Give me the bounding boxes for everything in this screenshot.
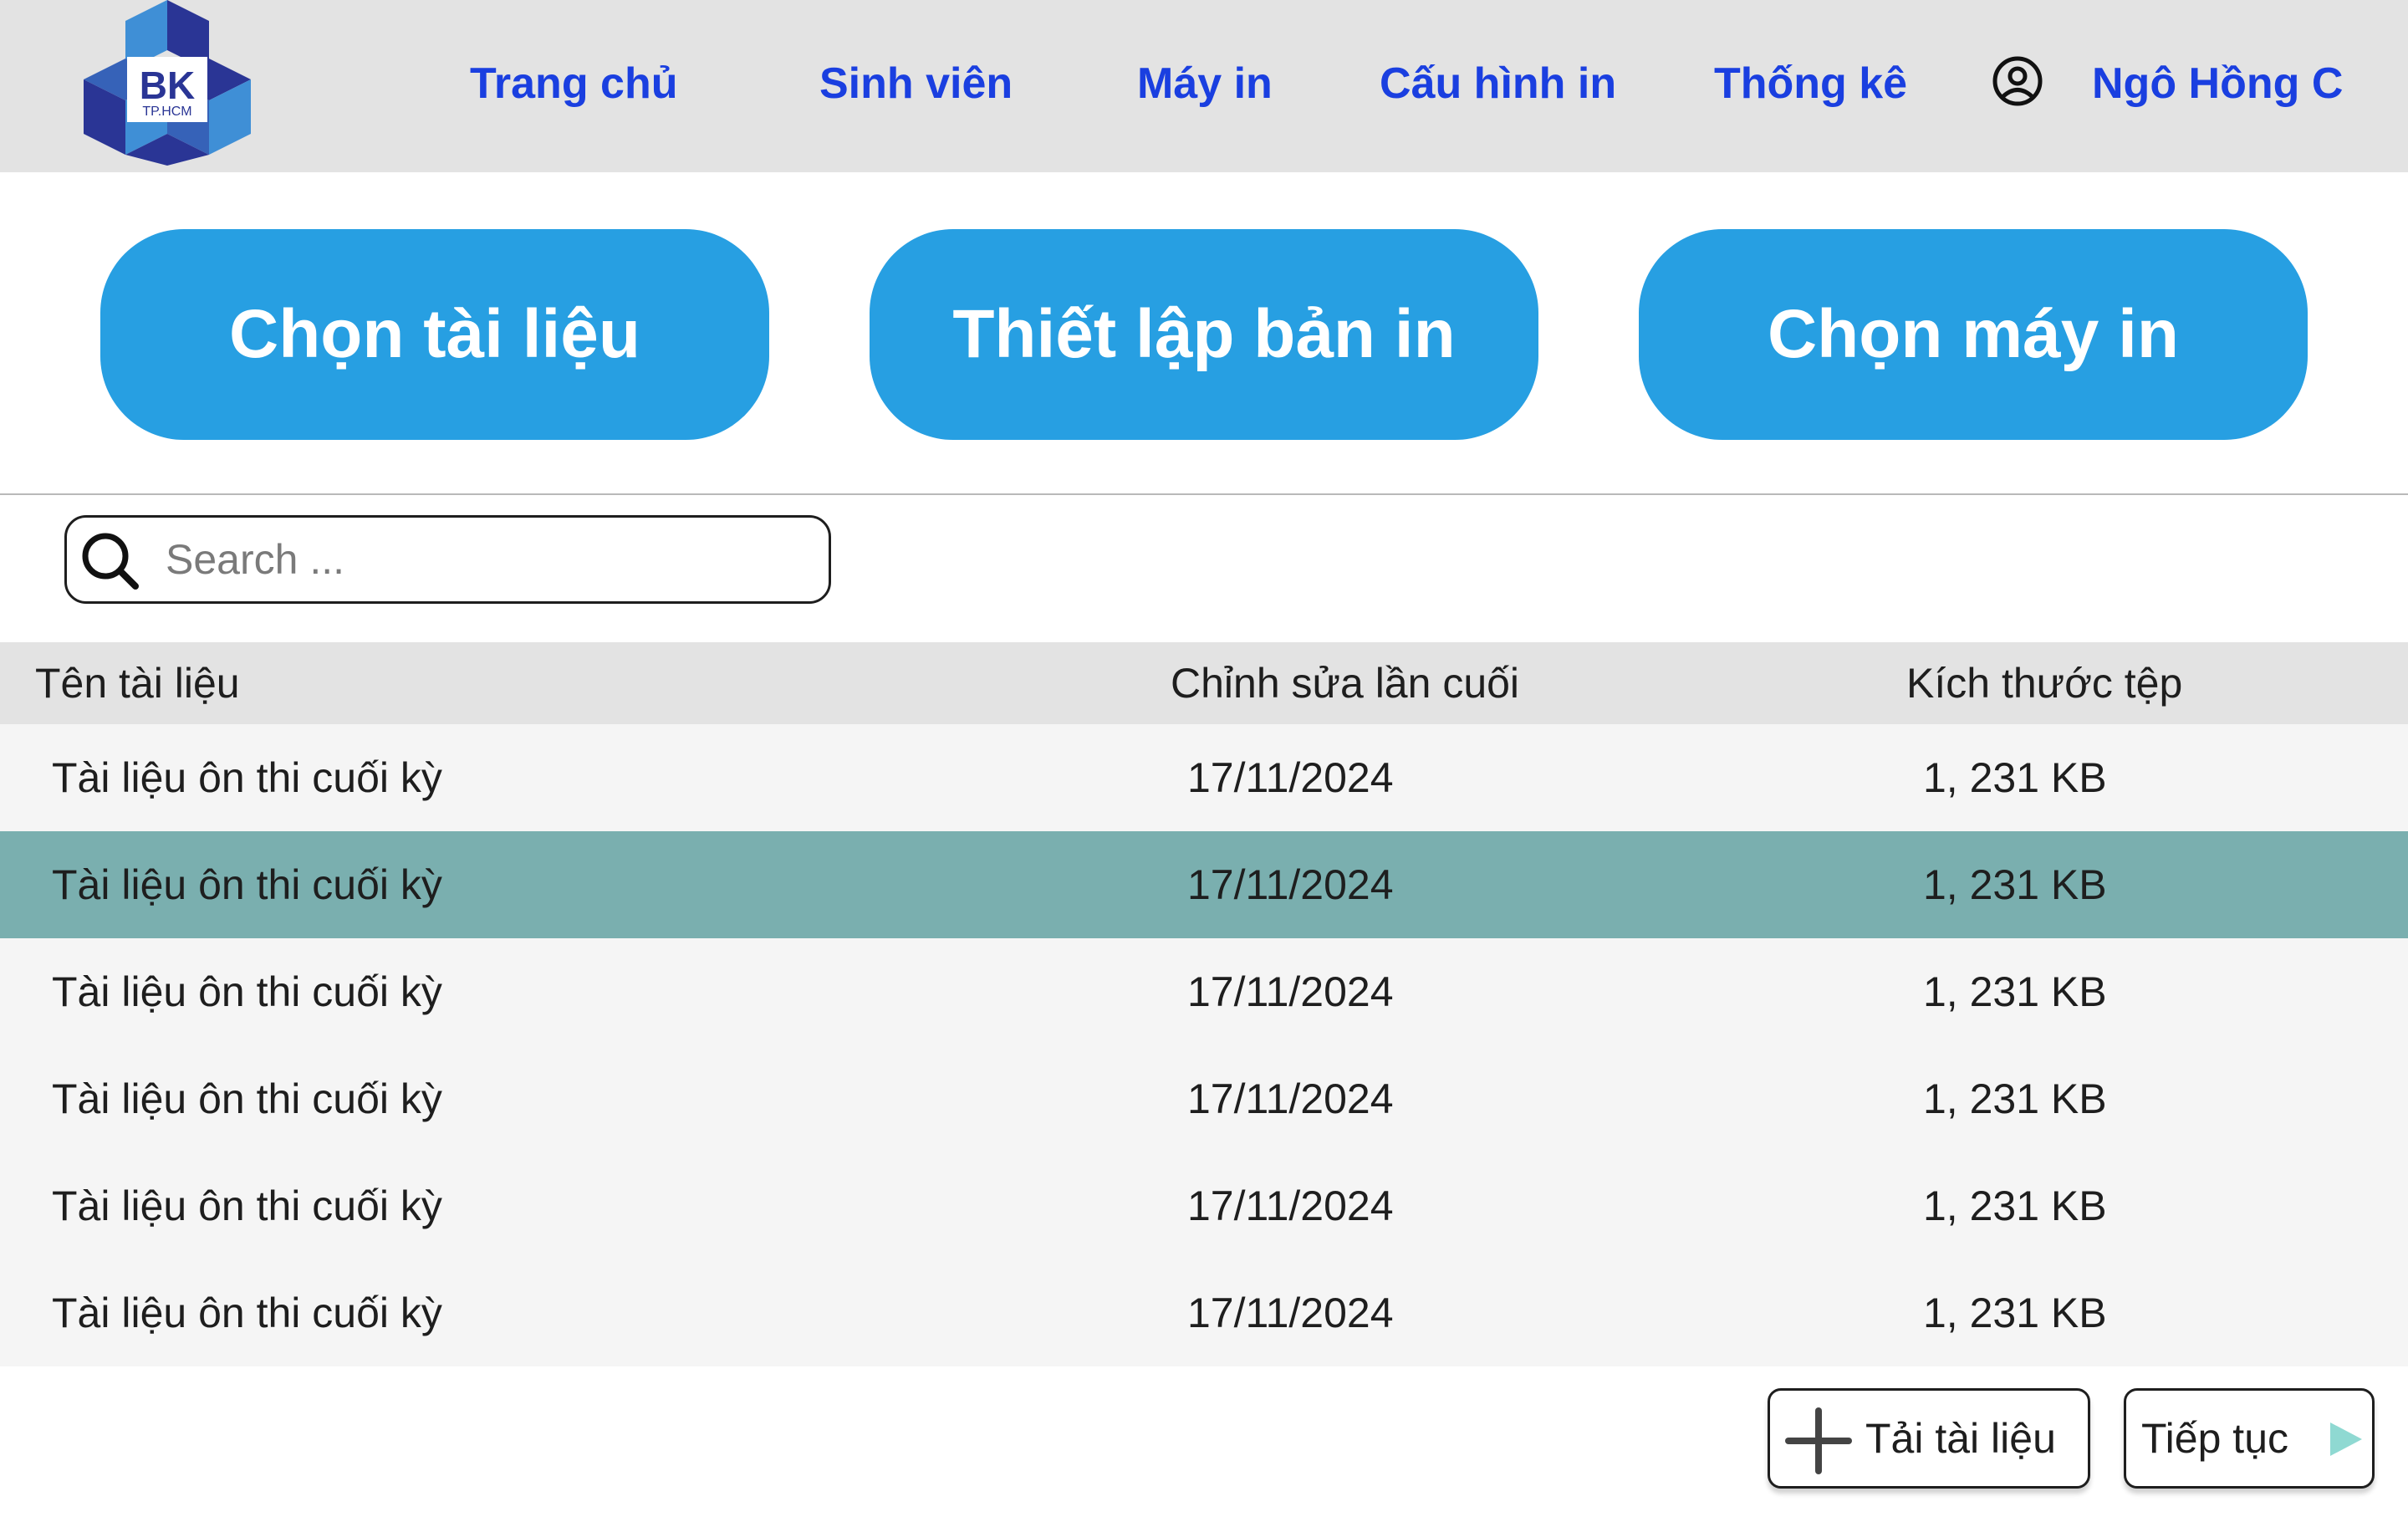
- nav-item-thong-ke[interactable]: Thống kê: [1714, 54, 1907, 114]
- document-modified-date: 17/11/2024: [1187, 1290, 1394, 1336]
- document-name: Tài liệu ôn thi cuối kỳ: [52, 1075, 442, 1122]
- user-circle-icon[interactable]: [1992, 55, 2043, 107]
- table-row[interactable]: Tài liệu ôn thi cuối kỳ 17/11/2024 1, 23…: [0, 938, 2408, 1045]
- document-name: Tài liệu ôn thi cuối kỳ: [52, 968, 442, 1015]
- document-list: Tài liệu ôn thi cuối kỳ 17/11/2024 1, 23…: [0, 724, 2408, 1366]
- table-row[interactable]: Tài liệu ôn thi cuối kỳ 17/11/2024 1, 23…: [0, 1152, 2408, 1259]
- document-modified-date: 17/11/2024: [1187, 968, 1394, 1015]
- upload-document-button[interactable]: Tải tài liệu: [1768, 1388, 2090, 1489]
- document-name: Tài liệu ôn thi cuối kỳ: [52, 1290, 442, 1336]
- plus-icon: [1785, 1407, 1852, 1474]
- step-choose-document-button[interactable]: Chọn tài liệu: [100, 229, 769, 440]
- search-input[interactable]: [166, 529, 801, 590]
- document-modified-date: 17/11/2024: [1187, 861, 1394, 908]
- document-modified-date: 17/11/2024: [1187, 754, 1394, 801]
- document-modified-date: 17/11/2024: [1187, 1075, 1394, 1122]
- top-navigation-bar: BK TP.HCM Trang chủ Sinh viên Máy in Cấu…: [0, 0, 2408, 172]
- play-arrow-icon: [2330, 1422, 2362, 1456]
- document-file-size: 1, 231 KB: [1923, 861, 2107, 908]
- document-file-size: 1, 231 KB: [1923, 1182, 2107, 1229]
- upload-document-label: Tải tài liệu: [1865, 1415, 2056, 1462]
- nav-item-sinh-vien[interactable]: Sinh viên: [819, 54, 1013, 114]
- document-modified-date: 17/11/2024: [1187, 1182, 1394, 1229]
- nav-item-may-in[interactable]: Máy in: [1137, 54, 1273, 114]
- logo-text: BK: [140, 64, 195, 107]
- continue-button[interactable]: Tiếp tục: [2124, 1388, 2375, 1489]
- document-file-size: 1, 231 KB: [1923, 754, 2107, 801]
- table-row[interactable]: Tài liệu ôn thi cuối kỳ 17/11/2024 1, 23…: [0, 724, 2408, 831]
- column-header-size[interactable]: Kích thước tệp: [1906, 642, 2182, 724]
- document-file-size: 1, 231 KB: [1923, 1290, 2107, 1336]
- document-file-size: 1, 231 KB: [1923, 1075, 2107, 1122]
- search-icon: [82, 533, 139, 590]
- nav-item-trang-chu[interactable]: Trang chủ: [470, 54, 677, 114]
- table-row-selected[interactable]: Tài liệu ôn thi cuối kỳ 17/11/2024 1, 23…: [0, 831, 2408, 938]
- section-divider: [0, 493, 2408, 495]
- step-choose-printer-button[interactable]: Chọn máy in: [1639, 229, 2308, 440]
- column-header-modified[interactable]: Chỉnh sửa lần cuối: [1171, 642, 1519, 724]
- search-box[interactable]: [64, 515, 831, 604]
- step-print-settings-button[interactable]: Thiết lập bản in: [870, 229, 1538, 440]
- nav-item-cau-hinh-in[interactable]: Cấu hình in: [1380, 54, 1616, 114]
- bk-logo[interactable]: BK TP.HCM: [84, 0, 251, 166]
- document-name: Tài liệu ôn thi cuối kỳ: [52, 754, 442, 801]
- document-name: Tài liệu ôn thi cuối kỳ: [52, 1182, 442, 1229]
- user-name[interactable]: Ngô Hồng C: [2092, 54, 2343, 114]
- column-header-name[interactable]: Tên tài liệu: [35, 642, 240, 724]
- logo-subtext: TP.HCM: [142, 105, 191, 119]
- continue-label: Tiếp tục: [2141, 1415, 2289, 1462]
- table-row[interactable]: Tài liệu ôn thi cuối kỳ 17/11/2024 1, 23…: [0, 1259, 2408, 1366]
- document-name: Tài liệu ôn thi cuối kỳ: [52, 861, 442, 908]
- table-header: Tên tài liệu Chỉnh sửa lần cuối Kích thư…: [0, 642, 2408, 724]
- table-row[interactable]: Tài liệu ôn thi cuối kỳ 17/11/2024 1, 23…: [0, 1045, 2408, 1152]
- document-file-size: 1, 231 KB: [1923, 968, 2107, 1015]
